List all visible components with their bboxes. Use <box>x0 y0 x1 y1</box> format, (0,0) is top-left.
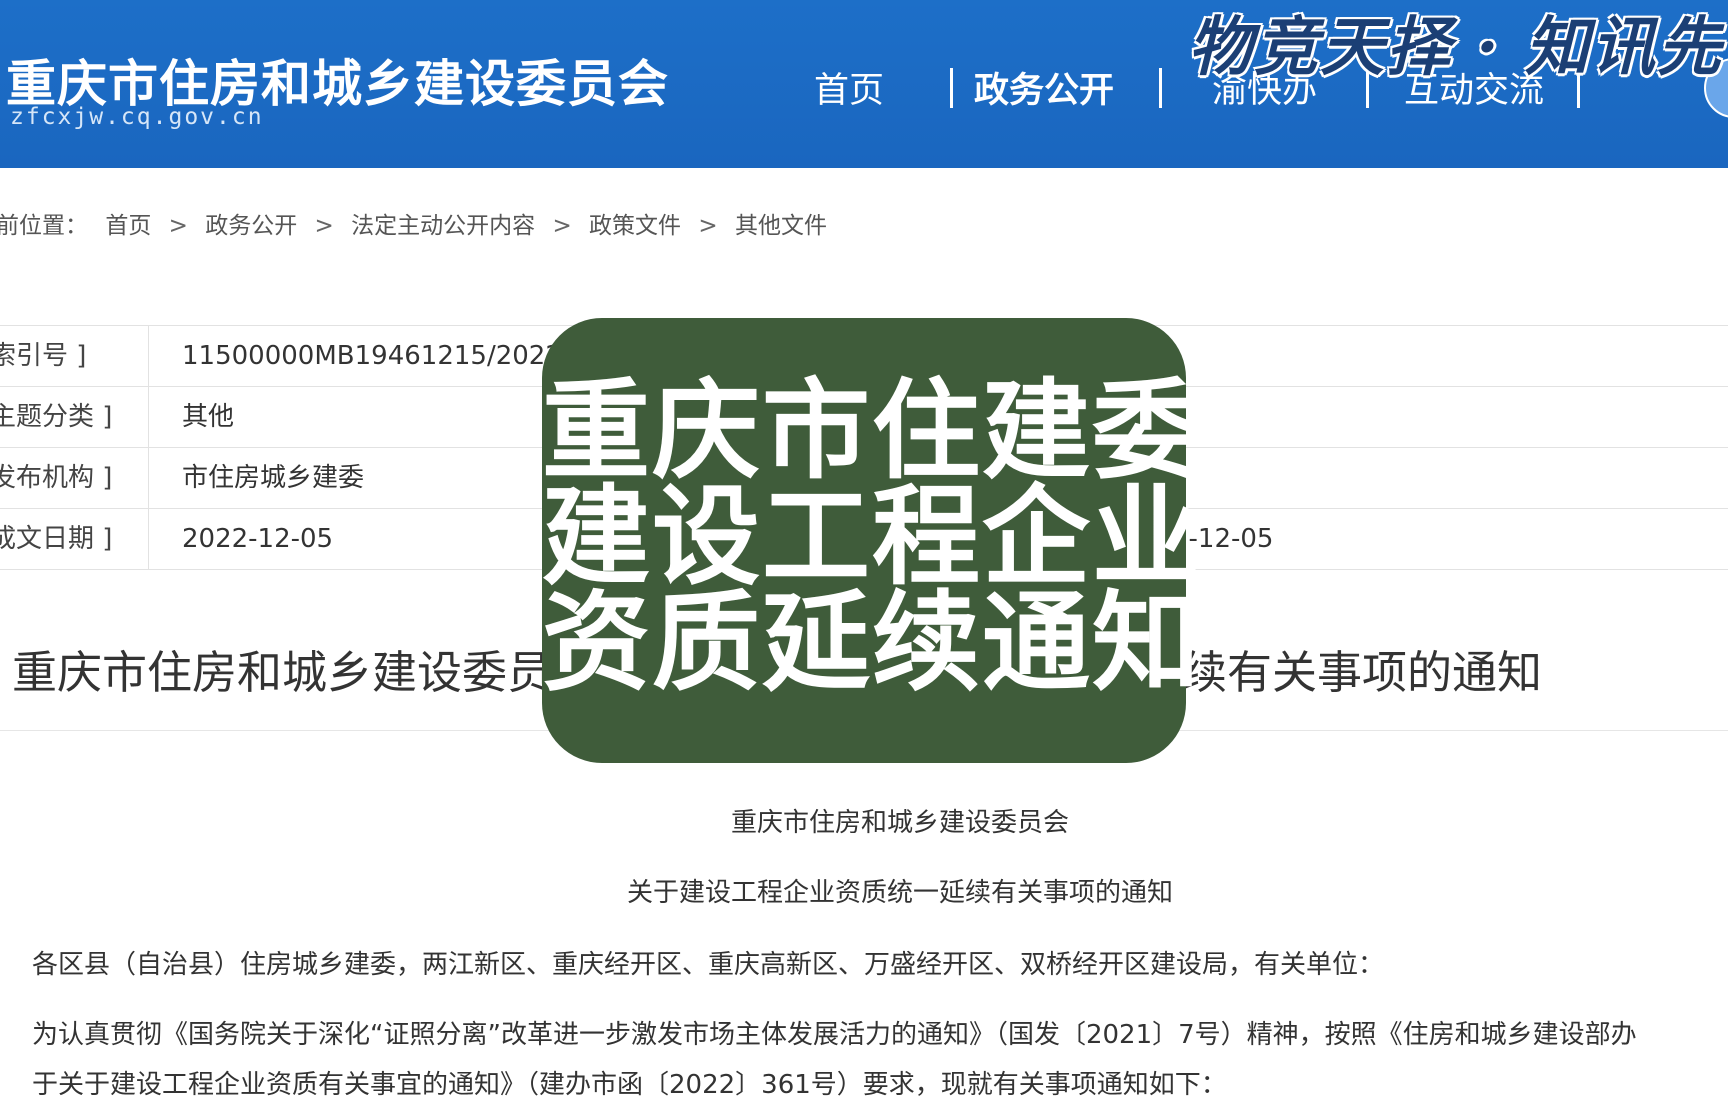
body-paragraph: 于关于建设工程企业资质有关事宜的通知》（建办市函〔2022〕361号）要求，现就… <box>32 1070 1227 1100</box>
overlay-line: 重庆市住建委 <box>542 369 1203 494</box>
document-issuer: 重庆市住房和城乡建设委员会 <box>730 808 1069 838</box>
video-title-overlay: 重庆市住建委 建设工程企业 资质延续通知 <box>542 318 1203 763</box>
breadcrumb-separator: > <box>552 213 572 239</box>
nav-item-home[interactable]: 首页 <box>814 62 884 113</box>
breadcrumb-prefix: 前位置： <box>0 213 88 239</box>
info-label: 成文日期 ] <box>0 509 149 569</box>
document-subject: 关于建设工程企业资质统一延续有关事项的通知 <box>626 878 1173 908</box>
info-value: 其他 <box>182 402 235 432</box>
breadcrumb-item-statutory[interactable]: 法定主动公开内容 <box>351 213 535 239</box>
info-label: 主题分类 ] <box>0 387 149 447</box>
breadcrumb-item-gov-affairs[interactable]: 政务公开 <box>205 213 297 239</box>
breadcrumb-item-policy[interactable]: 政策文件 <box>589 213 681 239</box>
nav-item-gov-affairs[interactable]: 政务公开 <box>974 62 1114 113</box>
site-header: 重庆市住房和城乡建设委员会 zfcxjw.cq.gov.cn 首页 政务公开 渝… <box>0 0 1728 168</box>
info-label: 发布机构 ] <box>0 448 149 508</box>
nav-separator <box>1159 68 1162 108</box>
breadcrumb-separator: > <box>698 213 718 239</box>
site-domain: zfcxjw.cq.gov.cn <box>10 104 264 130</box>
watermark-text: 物竞天择 · 知讯先 <box>1188 10 1723 85</box>
breadcrumb-item-other[interactable]: 其他文件 <box>735 213 827 239</box>
breadcrumb-separator: > <box>168 213 188 239</box>
info-label: 索引号 ] <box>0 326 149 386</box>
info-value: 市住房城乡建委 <box>182 463 365 493</box>
body-paragraph: 为认真贯彻《国务院关于深化“证照分离”改革进一步激发市场主体发展活力的通知》（国… <box>32 1020 1637 1050</box>
overlay-line: 建设工程企业 <box>542 475 1203 600</box>
breadcrumb-separator: > <box>314 213 334 239</box>
nav-separator <box>950 68 953 108</box>
overlay-line: 资质延续通知 <box>542 581 1203 706</box>
breadcrumb: 前位置： 首页 > 政务公开 > 法定主动公开内容 > 政策文件 > 其他文件 <box>0 206 837 240</box>
info-value: 2022-12-05 <box>182 524 334 554</box>
body-paragraph: 各区县（自治县）住房城乡建委，两江新区、重庆经开区、重庆高新区、万盛经开区、双桥… <box>32 950 1385 980</box>
info-value: 11500000MB19461215/2022 <box>182 341 562 371</box>
breadcrumb-item-home[interactable]: 首页 <box>105 213 151 239</box>
